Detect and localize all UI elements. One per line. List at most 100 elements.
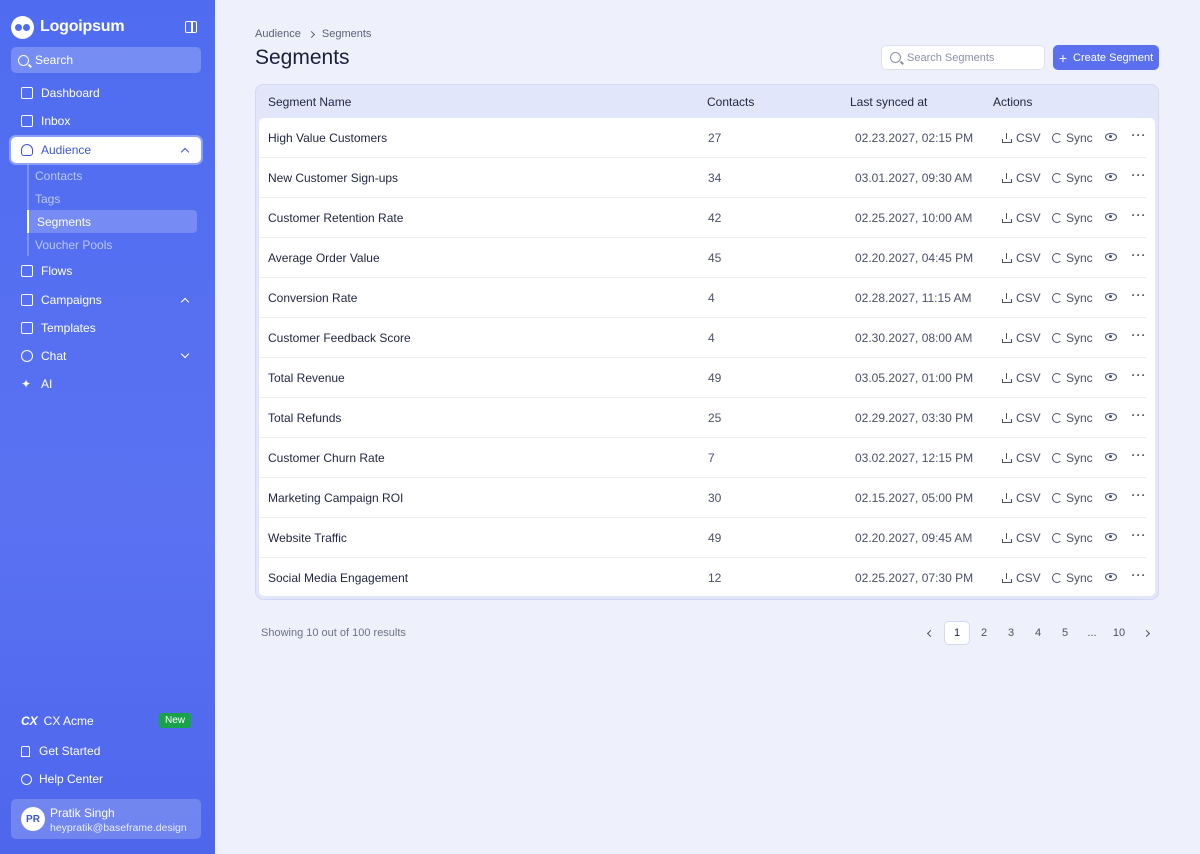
table-row[interactable]: Website Traffic 49 02.20.2027, 09:45 AM CSV… — [259, 518, 1146, 558]
subnav-segments[interactable]: Segments — [27, 210, 197, 233]
more-button[interactable]: ··· — [1131, 449, 1146, 461]
sync-button[interactable]: Sync — [1052, 171, 1093, 185]
segment-name[interactable]: Customer Churn Rate — [268, 451, 385, 465]
segment-name[interactable]: Customer Feedback Score — [268, 331, 411, 345]
help-center-link[interactable]: Help Center — [21, 771, 103, 787]
segment-name[interactable]: Website Traffic — [268, 531, 347, 545]
pagination-page[interactable]: 4 — [1025, 621, 1051, 645]
csv-button[interactable]: CSV — [1002, 411, 1041, 425]
pagination-next[interactable] — [1133, 621, 1159, 645]
sync-button[interactable]: Sync — [1052, 571, 1093, 585]
segment-name[interactable]: Total Refunds — [268, 411, 341, 425]
sync-button[interactable]: Sync — [1052, 371, 1093, 385]
sync-button[interactable]: Sync — [1052, 451, 1093, 465]
csv-button[interactable]: CSV — [1002, 571, 1041, 585]
nav-templates[interactable]: Templates — [11, 315, 201, 341]
pagination-page[interactable]: 1 — [944, 621, 970, 645]
view-button[interactable] — [1105, 531, 1117, 541]
nav-campaigns[interactable]: Campaigns — [11, 287, 201, 313]
pagination-prev[interactable] — [917, 621, 943, 645]
view-button[interactable] — [1105, 451, 1117, 461]
view-button[interactable] — [1105, 371, 1117, 381]
user-card[interactable]: PR Pratik Singh heypratik@baseframe.desi… — [11, 799, 201, 839]
sync-button[interactable]: Sync — [1052, 531, 1093, 545]
table-row[interactable]: High Value Customers 27 02.23.2027, 02:15 … — [259, 118, 1146, 158]
pagination-page[interactable]: 5 — [1052, 621, 1078, 645]
csv-button[interactable]: CSV — [1002, 291, 1041, 305]
csv-button[interactable]: CSV — [1002, 451, 1041, 465]
more-button[interactable]: ··· — [1131, 129, 1146, 141]
segment-name[interactable]: Marketing Campaign ROI — [268, 491, 403, 505]
nav-ai[interactable]: ✦ AI — [11, 371, 201, 397]
sync-button[interactable]: Sync — [1052, 331, 1093, 345]
more-button[interactable]: ··· — [1131, 209, 1146, 221]
segment-name[interactable]: Social Media Engagement — [268, 571, 408, 585]
nav-dashboard[interactable]: Dashboard — [11, 80, 201, 106]
table-row[interactable]: New Customer Sign-ups 34 03.01.2027, 09:30… — [259, 158, 1146, 198]
csv-button[interactable]: CSV — [1002, 131, 1041, 145]
csv-button[interactable]: CSV — [1002, 371, 1041, 385]
segment-search-input[interactable] — [907, 51, 1037, 64]
nav-chat[interactable]: Chat — [11, 343, 201, 369]
nav-audience[interactable]: Audience — [11, 137, 201, 163]
sync-button[interactable]: Sync — [1052, 131, 1093, 145]
table-row[interactable]: Average Order Value 45 02.20.2027, 04:45 P… — [259, 238, 1146, 278]
more-button[interactable]: ··· — [1131, 289, 1146, 301]
sync-button[interactable]: Sync — [1052, 491, 1093, 505]
create-segment-button[interactable]: + Create Segment — [1053, 45, 1159, 70]
view-button[interactable] — [1105, 211, 1117, 221]
sidebar-search[interactable]: Search — [11, 47, 201, 73]
pagination-page[interactable]: 10 — [1106, 621, 1132, 645]
view-button[interactable] — [1105, 171, 1117, 181]
csv-button[interactable]: CSV — [1002, 211, 1041, 225]
view-button[interactable] — [1105, 331, 1117, 341]
view-button[interactable] — [1105, 291, 1117, 301]
segment-name[interactable]: Total Revenue — [268, 371, 345, 385]
pagination-page[interactable]: 3 — [998, 621, 1024, 645]
more-button[interactable]: ··· — [1131, 249, 1146, 261]
table-row[interactable]: Customer Churn Rate 7 03.02.2027, 12:15 PM… — [259, 438, 1146, 478]
table-row[interactable]: Total Revenue 49 03.05.2027, 01:00 PM CSV Sy… — [259, 358, 1146, 398]
view-button[interactable] — [1105, 491, 1117, 501]
csv-button[interactable]: CSV — [1002, 171, 1041, 185]
pagination-page[interactable]: 2 — [971, 621, 997, 645]
more-button[interactable]: ··· — [1131, 169, 1146, 181]
more-button[interactable]: ··· — [1131, 569, 1146, 581]
segment-name[interactable]: Customer Retention Rate — [268, 211, 403, 225]
segment-name[interactable]: Average Order Value — [268, 251, 380, 265]
subnav-contacts[interactable]: Contacts — [29, 164, 197, 187]
sidebar-toggle-icon[interactable] — [185, 21, 197, 33]
view-button[interactable] — [1105, 251, 1117, 261]
nav-flows[interactable]: Flows — [11, 258, 201, 284]
sync-button[interactable]: Sync — [1052, 211, 1093, 225]
nav-inbox[interactable]: Inbox — [11, 108, 201, 134]
segment-name[interactable]: New Customer Sign-ups — [268, 171, 398, 185]
more-button[interactable]: ··· — [1131, 489, 1146, 501]
workspace-switcher[interactable]: CX CX Acme New — [21, 713, 191, 729]
more-button[interactable]: ··· — [1131, 369, 1146, 381]
sync-button[interactable]: Sync — [1052, 251, 1093, 265]
breadcrumb-audience[interactable]: Audience — [255, 28, 301, 40]
csv-button[interactable]: CSV — [1002, 251, 1041, 265]
csv-button[interactable]: CSV — [1002, 531, 1041, 545]
view-button[interactable] — [1105, 411, 1117, 421]
subnav-tags[interactable]: Tags — [29, 187, 197, 210]
sync-button[interactable]: Sync — [1052, 291, 1093, 305]
csv-button[interactable]: CSV — [1002, 491, 1041, 505]
more-button[interactable]: ··· — [1131, 329, 1146, 341]
sync-button[interactable]: Sync — [1052, 411, 1093, 425]
segment-name[interactable]: High Value Customers — [268, 131, 387, 145]
get-started-link[interactable]: Get Started — [21, 743, 100, 759]
table-row[interactable]: Social Media Engagement 12 02.25.2027, 07:… — [259, 558, 1146, 598]
view-button[interactable] — [1105, 131, 1117, 141]
more-button[interactable]: ··· — [1131, 529, 1146, 541]
csv-button[interactable]: CSV — [1002, 331, 1041, 345]
table-row[interactable]: Conversion Rate 4 02.28.2027, 11:15 AM CSV S… — [259, 278, 1146, 318]
subnav-voucher-pools[interactable]: Voucher Pools — [29, 233, 197, 256]
table-row[interactable]: Customer Retention Rate 42 02.25.2027, 10:… — [259, 198, 1146, 238]
table-row[interactable]: Marketing Campaign ROI 30 02.15.2027, 05:0… — [259, 478, 1146, 518]
more-button[interactable]: ··· — [1131, 409, 1146, 421]
table-row[interactable]: Customer Feedback Score 4 02.30.2027, 08:0… — [259, 318, 1146, 358]
view-button[interactable] — [1105, 571, 1117, 581]
table-row[interactable]: Total Refunds 25 02.29.2027, 03:30 PM CSV Sy… — [259, 398, 1146, 438]
